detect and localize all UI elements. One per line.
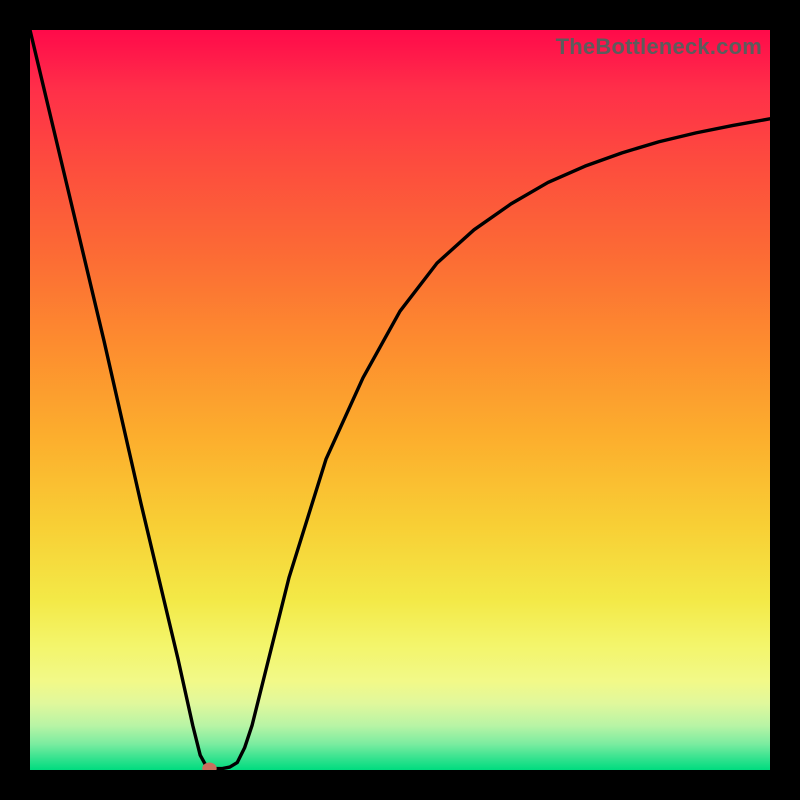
bottleneck-curve	[30, 30, 770, 769]
attribution-label: TheBottleneck.com	[556, 34, 762, 60]
plot-area: TheBottleneck.com	[30, 30, 770, 770]
curve-layer	[30, 30, 770, 770]
chart-frame: TheBottleneck.com	[0, 0, 800, 800]
